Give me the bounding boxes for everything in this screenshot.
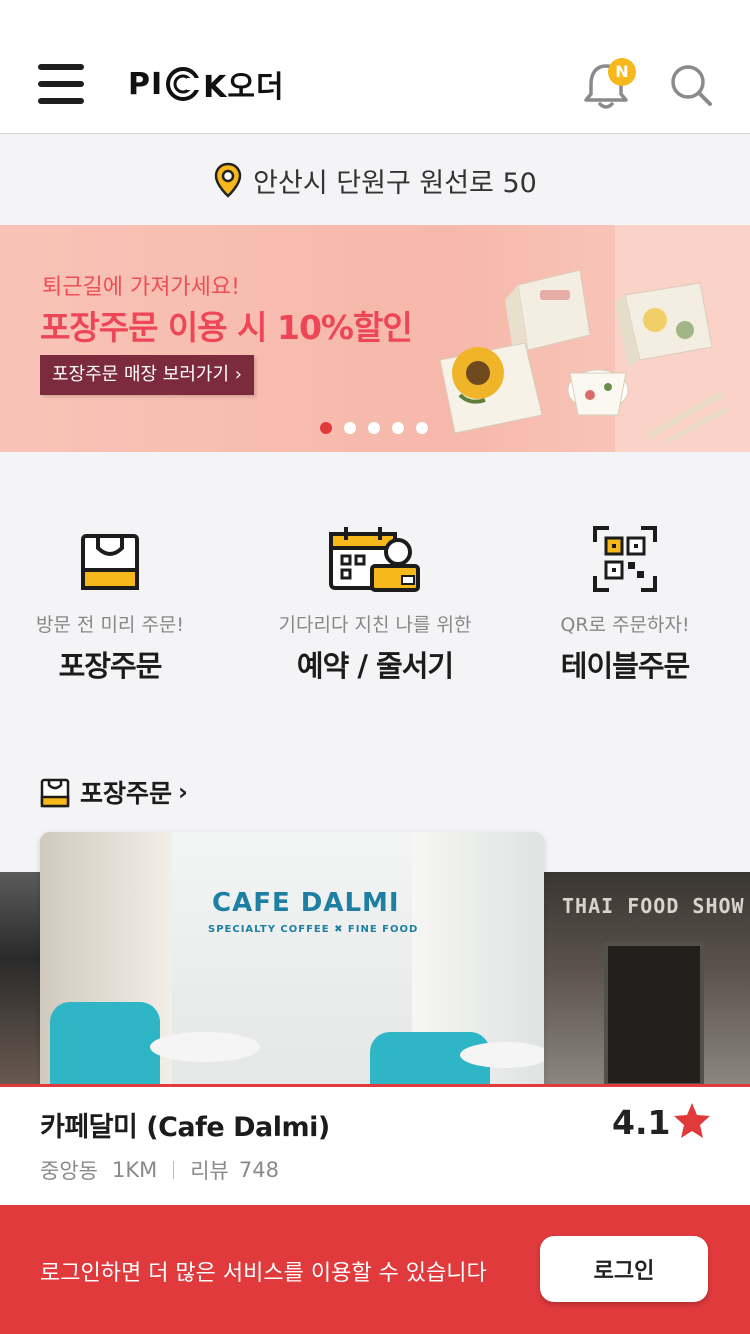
location-selector[interactable]: 안산시 단원구 원선로 50 xyxy=(0,135,750,225)
promo-banner[interactable]: 퇴근길에 가져가세요! 포장주문 이용 시 10%할인 포장주문 매장 보러가기… xyxy=(0,225,750,452)
service-reservation[interactable]: 기다리다 지친 나를 위한 예약 / 줄서기 xyxy=(255,524,495,685)
login-message: 로그인하면 더 많은 서비스를 이용할 수 있습니다 xyxy=(40,1261,487,1286)
app-logo[interactable]: PI K오더 xyxy=(128,62,285,106)
store-card-image[interactable]: CAFE DALMI SPECIALTY COFFEE ✖ FINE FOOD xyxy=(40,832,544,1087)
logo-ring-icon xyxy=(166,67,202,101)
service-title: 예약 / 줄서기 xyxy=(296,649,454,683)
pagination-dot[interactable] xyxy=(392,422,404,434)
location-pin-icon xyxy=(214,162,242,198)
store-distance: 1KM xyxy=(111,1158,158,1182)
store-location: 중앙동 xyxy=(40,1159,98,1183)
location-address: 안산시 단원구 원선로 50 xyxy=(253,167,537,199)
section-title: 포장주문 xyxy=(80,779,173,808)
store-card-next[interactable]: THAI FOOD SHOW xyxy=(544,872,750,1087)
service-menu: 방문 전 미리 주문! 포장주문 기다리다 지친 나를 위한 예약 / 줄서기 xyxy=(0,452,750,752)
takeout-packages-image xyxy=(439,269,728,443)
service-title: 포장주문 xyxy=(58,649,163,683)
service-subtitle: 방문 전 미리 주문! xyxy=(35,614,185,636)
review-label: 리뷰 xyxy=(190,1159,229,1183)
login-prompt-bar: 로그인하면 더 많은 서비스를 이용할 수 있습니다 로그인 xyxy=(0,1205,750,1334)
banner-title: 포장주문 이용 시 10%할인 xyxy=(40,308,413,347)
meta-divider xyxy=(173,1161,175,1179)
review-count: 748 xyxy=(238,1158,279,1182)
pagination-dot[interactable] xyxy=(416,422,428,434)
login-button[interactable]: 로그인 xyxy=(540,1236,708,1302)
hamburger-menu-icon[interactable] xyxy=(38,64,84,106)
store-rating: 4.1 xyxy=(612,1103,671,1142)
service-takeout[interactable]: 방문 전 미리 주문! 포장주문 xyxy=(0,524,230,685)
store-meta: 중앙동 1KM 리뷰 748 xyxy=(40,1155,279,1185)
banner-pagination xyxy=(320,422,440,434)
logo-text-left: PI xyxy=(128,66,164,102)
pagination-dot[interactable] xyxy=(368,422,380,434)
shopping-bag-icon xyxy=(81,534,139,590)
service-subtitle: 기다리다 지친 나를 위한 xyxy=(278,614,472,636)
shopping-bag-icon xyxy=(40,778,70,808)
chevron-right-icon: › xyxy=(178,778,188,806)
store-name: 카페달미 (Cafe Dalmi) xyxy=(40,1112,330,1143)
search-icon[interactable] xyxy=(668,62,714,108)
notification-badge: N xyxy=(608,58,636,86)
calendar-reservation-icon xyxy=(329,527,420,592)
star-icon xyxy=(674,1103,710,1138)
qr-code-icon xyxy=(593,526,657,592)
service-subtitle: QR로 주문하자! xyxy=(560,614,690,636)
service-title: 테이블주문 xyxy=(560,649,690,683)
cafe-tagline: SPECIALTY COFFEE ✖ FINE FOOD xyxy=(208,924,419,935)
service-table-order[interactable]: QR로 주문하자! 테이블주문 xyxy=(505,524,745,685)
store-card-previous[interactable] xyxy=(0,872,40,1087)
store-sign: THAI FOOD SHOW xyxy=(562,894,745,918)
pagination-dot[interactable] xyxy=(320,422,332,434)
pagination-dot[interactable] xyxy=(344,422,356,434)
store-card-info[interactable]: 카페달미 (Cafe Dalmi) 4.1 중앙동 1KM 리뷰 748 xyxy=(0,1087,750,1205)
logo-text-right: K오더 xyxy=(203,70,285,105)
banner-subtitle: 퇴근길에 가져가세요! xyxy=(42,275,240,300)
takeout-section-link[interactable]: 포장주문 › xyxy=(40,774,188,810)
cafe-sign: CAFE DALMI xyxy=(212,888,400,918)
app-header: PI K오더 N xyxy=(0,0,750,134)
banner-cta-button[interactable]: 포장주문 매장 보러가기 › xyxy=(40,355,254,395)
